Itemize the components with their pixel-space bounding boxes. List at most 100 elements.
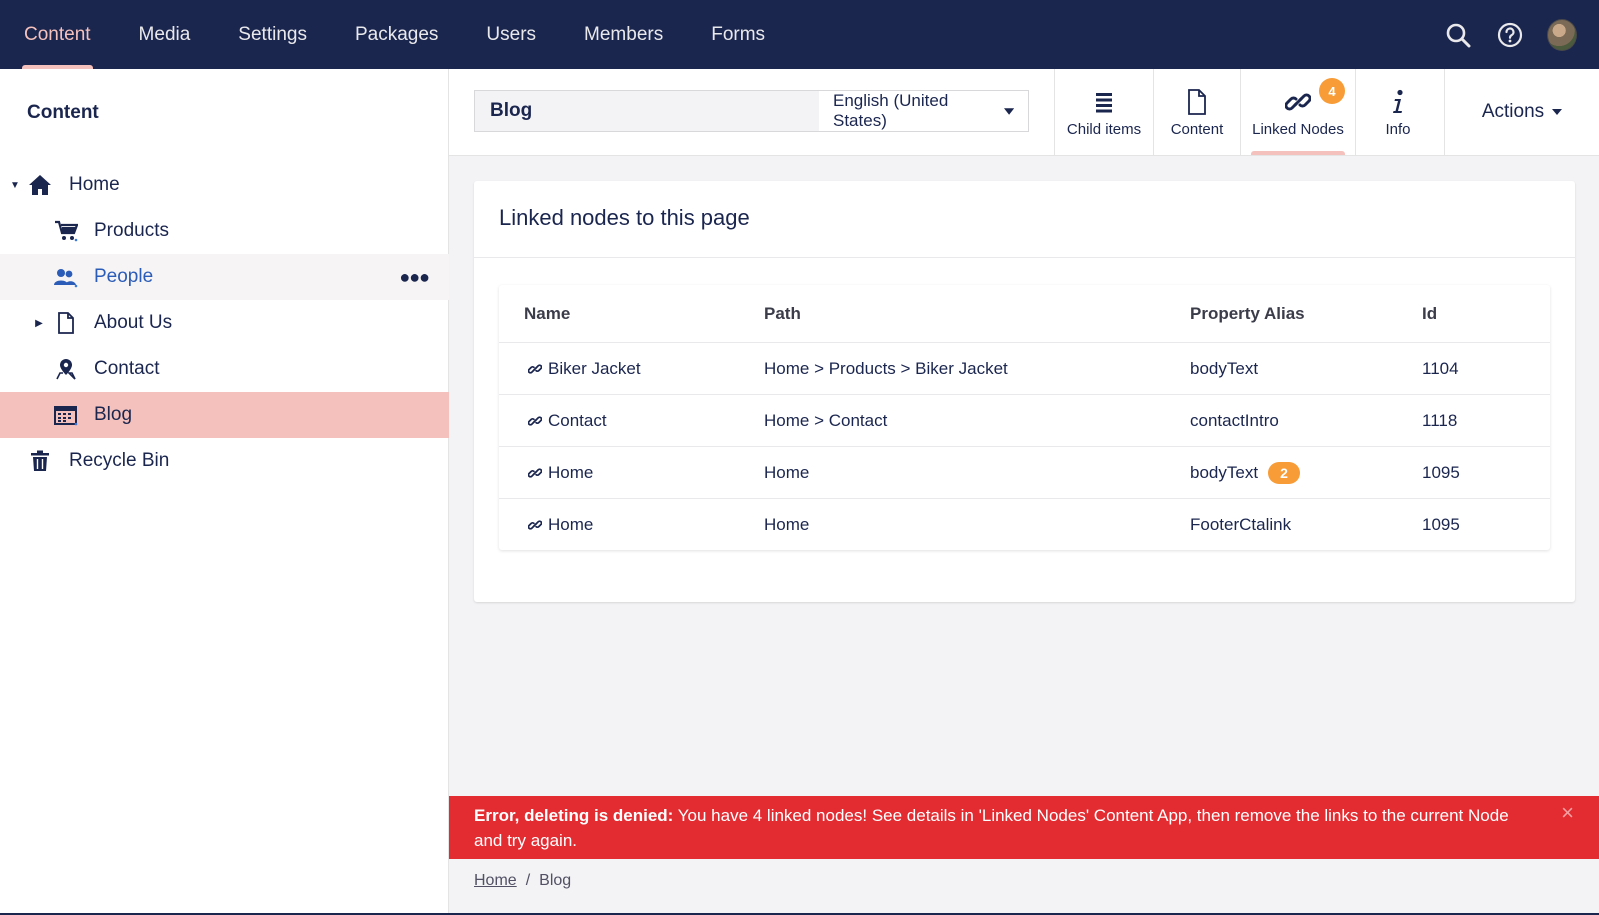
node-name: Home xyxy=(548,514,594,534)
app-label: Content xyxy=(1170,120,1224,138)
linked-count-badge: 4 xyxy=(1319,78,1345,104)
alias-text: bodyText xyxy=(1190,462,1259,482)
table-row[interactable]: Home Home bodyText 2 1095 xyxy=(499,446,1550,498)
content-apps: Child items Content Linked Nodes 4 Info xyxy=(1054,69,1440,155)
tree-item-products[interactable]: Products xyxy=(0,208,449,254)
breadcrumb-separator: / xyxy=(525,872,531,889)
info-icon xyxy=(1391,87,1405,117)
tree-item-contact[interactable]: Contact xyxy=(0,346,449,392)
tree-item-label: About Us xyxy=(94,312,173,333)
app-label: Child items xyxy=(1066,120,1142,138)
map-pin-icon xyxy=(53,356,79,382)
nav-users[interactable]: Users xyxy=(462,0,560,69)
caret-down-icon[interactable]: ▼ xyxy=(9,180,21,191)
language-label: English (United States) xyxy=(833,91,949,130)
node-name: Biker Jacket xyxy=(548,358,641,378)
alias-cell: bodyText xyxy=(1190,359,1258,379)
name-cell[interactable]: Contact xyxy=(528,411,607,431)
linked-nodes-table: Name Path Property Alias Id Biker Jacket… xyxy=(499,285,1550,550)
nav-content[interactable]: Content xyxy=(0,0,115,69)
name-cell[interactable]: Biker Jacket xyxy=(528,359,641,379)
actions-label: Actions xyxy=(1481,101,1545,122)
calendar-icon xyxy=(53,402,79,428)
app-content[interactable]: Content xyxy=(1153,69,1240,155)
search-icon[interactable] xyxy=(1443,20,1473,50)
caret-right-icon[interactable]: ▶ xyxy=(33,318,45,329)
alias-cell: FooterCtalink xyxy=(1190,515,1291,535)
table-header: Name Path Property Alias Id xyxy=(499,285,1550,342)
node-name-box: Blog English (United States) xyxy=(474,90,1029,132)
sidebar-title: Content xyxy=(27,102,99,123)
more-options-icon[interactable]: ●●● xyxy=(399,267,430,288)
usage-count-badge: 2 xyxy=(1268,461,1301,484)
alias-text: bodyText xyxy=(1190,358,1259,378)
document-icon xyxy=(1187,87,1207,117)
breadcrumb: Home / Blog xyxy=(474,872,571,890)
tree-item-label: Blog xyxy=(94,404,133,425)
content-tree: ▼ Home Products People ●●● ▶ About Us Co… xyxy=(0,162,449,484)
nav-forms[interactable]: Forms xyxy=(687,0,789,69)
link-icon xyxy=(528,467,542,478)
link-icon xyxy=(528,363,542,374)
id-cell: 1104 xyxy=(1422,358,1459,378)
panel-title: Linked nodes to this page xyxy=(499,205,750,230)
tree-item-blog[interactable]: Blog xyxy=(0,392,449,438)
tree-item-people[interactable]: People ●●● xyxy=(0,254,449,300)
column-header-property-alias: Property Alias xyxy=(1190,303,1305,323)
link-icon xyxy=(1285,87,1311,117)
breadcrumb-current: Blog xyxy=(539,872,572,889)
table-row[interactable]: Biker Jacket Home > Products > Biker Jac… xyxy=(499,342,1550,394)
table-row[interactable]: Home Home FooterCtalink 1095 xyxy=(499,498,1550,550)
tree-item-label: Products xyxy=(94,220,169,241)
path-cell: Home > Contact xyxy=(764,410,888,430)
node-name: Contact xyxy=(548,410,607,430)
link-icon xyxy=(528,415,542,426)
cart-icon xyxy=(53,218,79,244)
document-icon xyxy=(53,310,79,336)
app-child-items[interactable]: Child items xyxy=(1054,69,1153,155)
nav-settings[interactable]: Settings xyxy=(214,0,331,69)
error-notification: Error, deleting is denied: You have 4 li… xyxy=(449,796,1599,859)
top-tools xyxy=(1443,0,1577,69)
tree-item-recycle-bin[interactable]: Recycle Bin xyxy=(0,438,449,484)
people-icon xyxy=(53,264,79,290)
app-label: Info xyxy=(1385,120,1411,138)
alias-cell: bodyText 2 xyxy=(1190,461,1301,484)
language-selector[interactable]: English (United States) xyxy=(819,91,1028,131)
avatar[interactable] xyxy=(1547,18,1577,51)
list-icon xyxy=(1095,87,1113,117)
id-cell: 1095 xyxy=(1422,514,1460,534)
actions-button[interactable]: Actions xyxy=(1444,69,1599,155)
error-title: Error, deleting is denied: xyxy=(474,806,674,825)
alias-text: contactIntro xyxy=(1190,410,1279,430)
nav-members[interactable]: Members xyxy=(560,0,687,69)
path-cell: Home xyxy=(764,514,810,534)
app-linked-nodes[interactable]: Linked Nodes 4 xyxy=(1240,69,1355,155)
breadcrumb-home[interactable]: Home xyxy=(474,872,517,890)
app-info[interactable]: Info xyxy=(1355,69,1440,155)
main-nav: Content Media Settings Packages Users Me… xyxy=(0,0,789,69)
nav-packages[interactable]: Packages xyxy=(331,0,462,69)
column-header-name: Name xyxy=(524,303,571,323)
close-icon[interactable]: × xyxy=(1561,800,1574,825)
id-cell: 1095 xyxy=(1422,462,1460,482)
tree-item-label: Contact xyxy=(94,358,160,379)
name-cell[interactable]: Home xyxy=(528,515,593,535)
nav-media[interactable]: Media xyxy=(115,0,215,69)
content-header: Blog English (United States) Child items… xyxy=(449,69,1599,156)
tree-item-home[interactable]: ▼ Home xyxy=(0,162,449,208)
tree-item-about-us[interactable]: ▶ About Us xyxy=(0,300,449,346)
caret-down-icon xyxy=(1003,107,1014,115)
node-name-input[interactable]: Blog xyxy=(475,91,819,131)
tree-item-label: Home xyxy=(69,174,120,195)
table-row[interactable]: Contact Home > Contact contactIntro 1118 xyxy=(499,394,1550,446)
name-cell[interactable]: Home xyxy=(528,463,593,483)
caret-down-icon xyxy=(1552,109,1563,115)
alias-text: FooterCtalink xyxy=(1190,514,1292,534)
content-tree-sidebar: Content ▼ Home Products People ●●● ▶ Abo… xyxy=(0,69,449,915)
node-name: Home xyxy=(548,462,594,482)
help-icon[interactable] xyxy=(1495,20,1525,50)
home-icon xyxy=(27,172,53,198)
column-header-path: Path xyxy=(764,303,801,323)
path-cell: Home xyxy=(764,462,810,482)
